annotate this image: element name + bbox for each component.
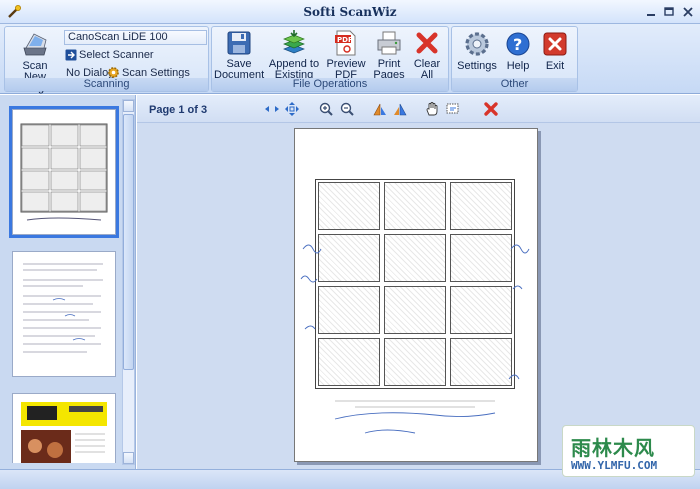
svg-text:?: ? [513, 35, 522, 54]
scanner-icon [23, 33, 47, 56]
pdf-icon: PDF [335, 30, 356, 56]
gear-icon [465, 32, 489, 56]
rotate-left-icon[interactable] [372, 101, 388, 117]
minimize-icon[interactable] [644, 6, 658, 18]
scrollbar-thumb[interactable] [123, 114, 134, 370]
thumbnail-magazine-image [21, 402, 107, 463]
floppy-icon [227, 31, 251, 55]
viewer-toolbar: Page 1 of 3 [137, 95, 700, 123]
rotate-right-icon[interactable] [392, 101, 408, 117]
thumbnail-page-1[interactable] [9, 106, 119, 238]
watermark-url-text: WWW.YLMFU.COM [571, 459, 658, 472]
thumbnail-panel [0, 95, 136, 469]
stacked-pages-icon [283, 30, 305, 54]
window-title: Softi ScanWiz [303, 5, 397, 19]
help-icon: ? [506, 32, 530, 56]
thumbnail-page-2[interactable] [12, 251, 116, 377]
other-group: Settings ? Help Exit Other [451, 26, 578, 92]
ribbon-toolbar: Scan New Image CanoScan LiDE 100 Select … [0, 24, 700, 94]
thumbnail-document-image [23, 263, 103, 353]
save-document-button[interactable]: Save Document [214, 30, 264, 81]
red-x-icon [416, 32, 438, 54]
file-operations-group-label: File Operations [212, 78, 448, 91]
svg-text:PDF: PDF [337, 36, 353, 44]
exit-button[interactable]: Exit [538, 30, 572, 72]
page-viewer: Page 1 of 3 [137, 95, 700, 469]
print-pages-button[interactable]: Print Pages [370, 30, 408, 81]
file-operations-group: Save Document Append to Existing PDF PDF… [211, 26, 449, 92]
scanner-name-field[interactable]: CanoScan LiDE 100 [64, 30, 207, 45]
thumbnail-list [8, 101, 120, 463]
site-watermark-logo: 雨林木风 WWW.YLMFU.COM [562, 425, 695, 477]
handwritten-annotations [300, 244, 530, 434]
maximize-icon[interactable] [662, 6, 676, 18]
select-scanner-label: Select Scanner [79, 49, 154, 61]
close-icon[interactable] [681, 6, 695, 18]
scanning-group-label: Scanning [5, 78, 208, 91]
select-area-icon[interactable] [445, 101, 461, 117]
clear-all-button[interactable]: Clear All [410, 30, 444, 81]
printer-icon [377, 31, 401, 55]
arrow-right-icon [65, 49, 77, 61]
page-indicator: Page 1 of 3 [149, 104, 208, 116]
select-scanner-button[interactable]: Select Scanner [65, 48, 154, 62]
title-bar: Softi ScanWiz [0, 0, 700, 24]
watermark-main-text: 雨林木风 [571, 436, 655, 460]
other-group-label: Other [452, 78, 577, 91]
thumbnail-scrollbar[interactable] [122, 99, 135, 465]
scanning-group: Scan New Image CanoScan LiDE 100 Select … [4, 26, 209, 94]
delete-page-icon[interactable] [483, 101, 499, 117]
hand-pan-icon[interactable] [424, 101, 440, 117]
zoom-in-icon[interactable] [318, 101, 334, 117]
thumbnail-comic-image [20, 123, 108, 221]
exit-label: Exit [545, 60, 565, 72]
settings-label: Settings [457, 60, 497, 72]
thumbnail-page-3[interactable] [12, 393, 116, 463]
scroll-up-icon[interactable] [123, 100, 134, 112]
help-button[interactable]: ? Help [502, 30, 534, 72]
scroll-down-icon[interactable] [123, 452, 134, 464]
fit-page-icon[interactable] [284, 101, 300, 117]
help-label: Help [506, 60, 530, 72]
scanned-page-preview[interactable] [294, 128, 538, 462]
zoom-out-icon[interactable] [339, 101, 355, 117]
preview-pdf-button[interactable]: PDF Preview PDF [324, 30, 368, 81]
exit-icon [543, 32, 567, 56]
settings-button[interactable]: Settings [456, 30, 498, 72]
fit-width-icon[interactable] [264, 101, 280, 117]
